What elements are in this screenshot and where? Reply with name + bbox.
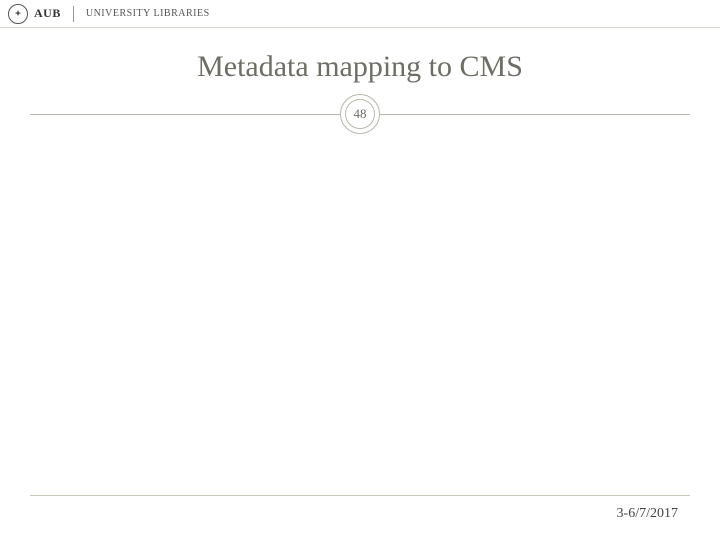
p2-b3: Content Management System — [385, 291, 650, 315]
slide-title: Metadata mapping to CMS — [0, 50, 720, 84]
footer-date: 3-6/7/2017 — [617, 506, 678, 522]
p1-t3: ) such as: Drupal, Word.Press, Joomla, D… — [58, 203, 611, 254]
p2-b2: structured — [249, 291, 343, 315]
content-area: Metadata exported from Millennium in MAR… — [30, 120, 690, 540]
p1-t2: to any digital repository or content man… — [58, 176, 603, 227]
square-bullet-icon — [58, 297, 72, 311]
slide: ✦ AUB UNIVERSITY LIBRARIES Metadata mapp… — [0, 0, 720, 540]
logo-icon: ✦ — [8, 4, 28, 24]
logo-abbr: AUB — [34, 6, 61, 21]
slide-number: 48 — [345, 99, 375, 129]
footer-divider — [30, 495, 690, 496]
logo-subtext: UNIVERSITY LIBRARIES — [86, 8, 210, 19]
bullet-paragraph-2: Keywords could be structured in a Conten… — [58, 290, 662, 344]
logo-separator — [73, 6, 74, 22]
header-bar: ✦ AUB UNIVERSITY LIBRARIES — [0, 0, 720, 28]
square-bullet-icon — [58, 155, 72, 169]
bullet-paragraph-1: Metadata exported from Millennium in MAR… — [58, 148, 662, 256]
p1-t1: exported from Millennium in MARC format … — [162, 149, 618, 173]
p1-b2: mapped — [58, 176, 130, 200]
slide-number-ornament: 48 — [0, 94, 720, 134]
p1-lead: Metadata — [76, 149, 162, 173]
p2-t1: could be — [167, 291, 249, 315]
p1-b3: CMS — [65, 203, 112, 227]
p2-lead: Keywords — [76, 291, 167, 315]
slide-number-circle: 48 — [340, 94, 380, 134]
p2-t3: thesaurus or taxonomy or controlled voca… — [58, 317, 479, 341]
p2-t2: in a — [343, 291, 384, 315]
title-region: Metadata mapping to CMS 48 — [0, 28, 720, 134]
